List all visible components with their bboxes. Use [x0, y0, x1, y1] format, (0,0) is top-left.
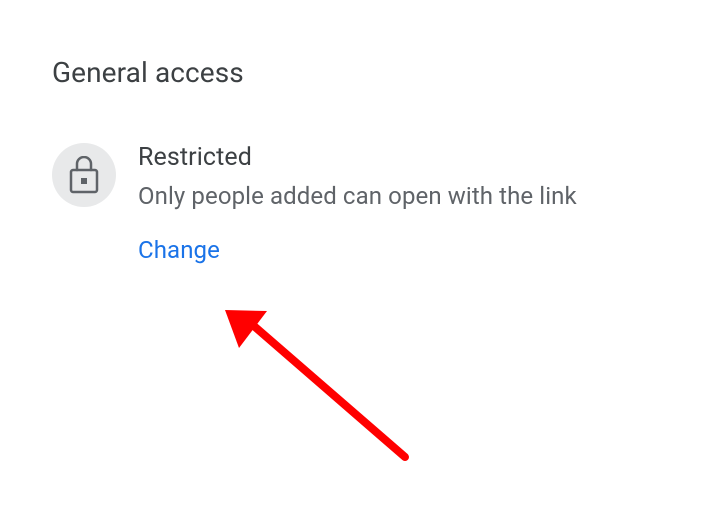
- lock-icon: [69, 156, 99, 194]
- section-title: General access: [52, 56, 668, 89]
- lock-icon-container: [52, 143, 116, 207]
- access-details: Restricted Only people added can open wi…: [138, 143, 577, 264]
- access-row: Restricted Only people added can open wi…: [52, 143, 668, 264]
- access-level: Restricted: [138, 143, 577, 172]
- general-access-section: General access Restricted Only people ad…: [52, 56, 668, 264]
- change-link[interactable]: Change: [138, 236, 220, 264]
- access-description: Only people added can open with the link: [138, 180, 577, 214]
- annotation-arrow: [215, 292, 435, 482]
